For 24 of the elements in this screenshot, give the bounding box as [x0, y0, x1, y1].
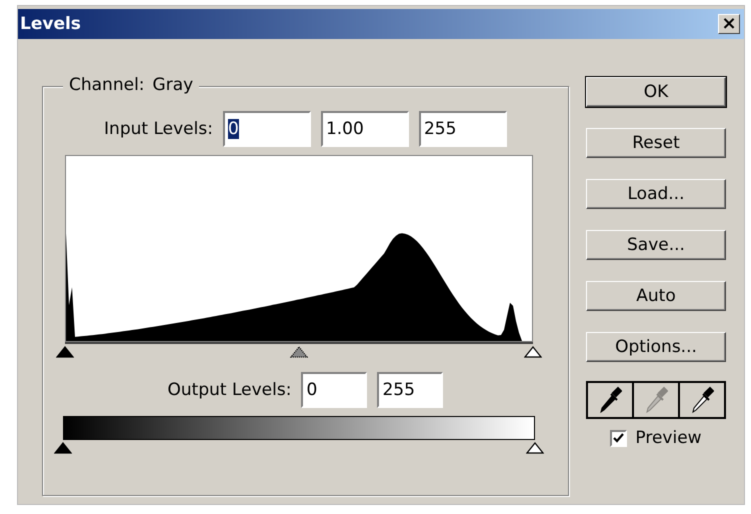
output-levels-label: Output Levels:	[168, 380, 292, 400]
slider-handle[interactable]	[526, 442, 544, 454]
channel-label: Channel:	[69, 75, 145, 95]
slider-handle[interactable]	[290, 346, 308, 358]
input-levels-label: Input Levels:	[104, 119, 213, 139]
dialog-button[interactable]: Options...	[586, 332, 726, 362]
checkbox[interactable]	[610, 430, 628, 446]
close-button[interactable]: ×	[718, 14, 740, 34]
dialog-button[interactable]: Reset	[586, 128, 726, 158]
slider-handle[interactable]	[524, 346, 542, 358]
dialog-button[interactable]: Auto	[586, 281, 726, 311]
input-level-field[interactable]: 255	[418, 111, 507, 147]
dialog-button[interactable]: OK	[586, 77, 726, 107]
slider-handle[interactable]	[54, 442, 72, 454]
preview-label[interactable]: Preview	[635, 428, 702, 448]
output-level-field[interactable]: 0	[301, 372, 368, 408]
dialog-button[interactable]: Load...	[586, 179, 726, 209]
dialog-button[interactable]: Save...	[586, 230, 726, 260]
slider-handle[interactable]	[56, 346, 74, 358]
output-level-field[interactable]: 255	[377, 372, 444, 408]
input-level-field[interactable]: 0	[222, 111, 311, 147]
window-title: Levels	[20, 14, 81, 34]
channel-value: Gray	[152, 75, 194, 95]
input-level-field[interactable]: 1.00	[320, 111, 409, 147]
